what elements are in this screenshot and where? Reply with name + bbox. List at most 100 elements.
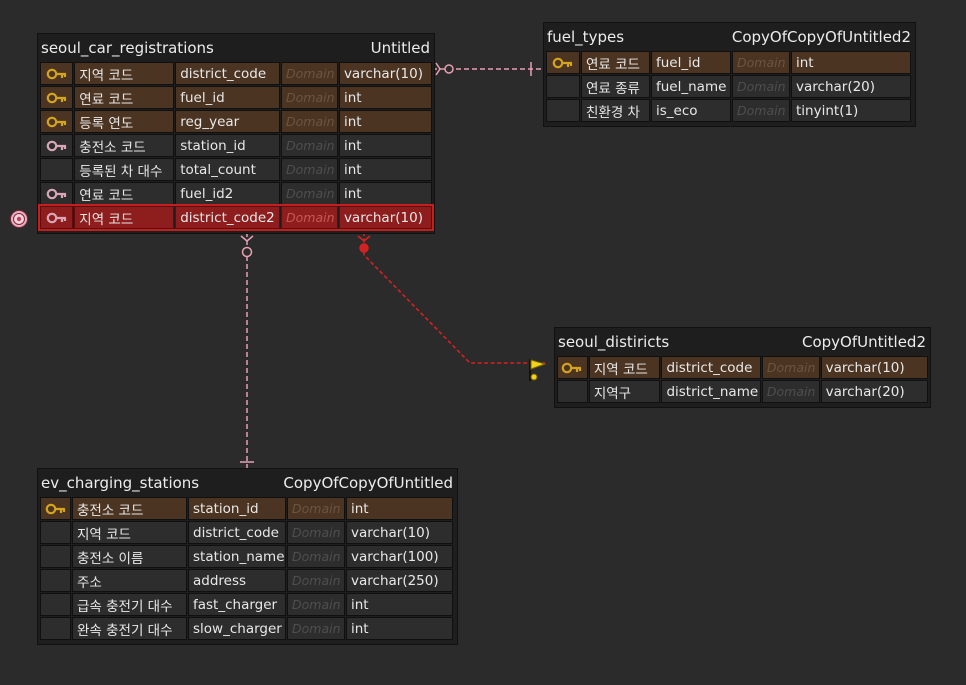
- column-domain[interactable]: Domain: [761, 380, 820, 403]
- column-label[interactable]: 충전소 코드: [74, 134, 175, 157]
- column-type[interactable]: int: [338, 158, 433, 181]
- column-type[interactable]: tinyint(1): [791, 99, 911, 122]
- column-type[interactable]: varchar(20): [820, 380, 929, 403]
- column-name[interactable]: fuel_name: [651, 75, 731, 98]
- column-domain[interactable]: Domain: [281, 158, 338, 181]
- column-row[interactable]: 지역 코드 district_code2 Domain varchar(10): [38, 204, 434, 231]
- relation-registrations-ev-stations[interactable]: [240, 232, 254, 470]
- column-type[interactable]: varchar(20): [791, 75, 911, 98]
- column-domain[interactable]: Domain: [732, 99, 790, 122]
- column-label[interactable]: 충전소 코드: [72, 497, 187, 520]
- column-name[interactable]: station_id: [175, 134, 281, 157]
- table-ev-charging-stations[interactable]: ev_charging_stations CopyOfCopyOfUntitle…: [37, 468, 458, 645]
- column-label[interactable]: 연료 코드: [74, 182, 175, 205]
- column-row[interactable]: 지역 코드 district_code Domain varchar(10): [40, 62, 433, 85]
- column-domain[interactable]: Domain: [732, 75, 790, 98]
- column-type[interactable]: int: [338, 134, 433, 157]
- column-type[interactable]: varchar(100): [346, 545, 453, 568]
- column-label[interactable]: 등록 연도: [74, 110, 175, 133]
- column-label[interactable]: 지역 코드: [588, 356, 661, 379]
- column-label[interactable]: 연료 종류: [581, 75, 650, 98]
- column-name[interactable]: fuel_id: [651, 51, 731, 74]
- column-row[interactable]: 주소 address Domain varchar(250): [40, 569, 455, 592]
- table-seoul-car-registrations[interactable]: seoul_car_registrations Untitled 지역 코드 di…: [37, 33, 435, 234]
- column-domain[interactable]: Domain: [281, 62, 338, 85]
- column-domain[interactable]: Domain: [281, 110, 338, 133]
- column-label[interactable]: 완속 충전기 대수: [72, 617, 187, 640]
- table-seoul-distiricts[interactable]: seoul_distiricts CopyOfUntitled2 지역 코드 di…: [554, 327, 931, 408]
- column-row[interactable]: 완속 충전기 대수 slow_charger Domain int: [40, 617, 455, 640]
- column-name[interactable]: fuel_id: [175, 86, 281, 109]
- column-row[interactable]: 연료 코드 fuel_id2 Domain int: [40, 182, 433, 205]
- column-name[interactable]: fast_charger: [188, 593, 286, 616]
- column-domain[interactable]: Domain: [287, 569, 345, 592]
- column-name[interactable]: district_code: [188, 521, 286, 544]
- column-domain[interactable]: Domain: [287, 497, 345, 520]
- column-type[interactable]: int: [338, 110, 433, 133]
- column-row[interactable]: 등록 연도 reg_year Domain int: [40, 110, 433, 133]
- column-domain[interactable]: Domain: [281, 182, 338, 205]
- column-row[interactable]: 지역 코드 district_code Domain varchar(10): [557, 356, 929, 379]
- column-label[interactable]: 지역 코드: [74, 62, 175, 85]
- table-header[interactable]: fuel_types CopyOfCopyOfUntitled2: [544, 23, 915, 51]
- column-name[interactable]: is_eco: [651, 99, 731, 122]
- column-type[interactable]: int: [791, 51, 911, 74]
- column-label[interactable]: 급속 충전기 대수: [72, 593, 187, 616]
- column-label[interactable]: 친환경 차: [581, 99, 650, 122]
- column-row[interactable]: 등록된 차 대수 total_count Domain int: [40, 158, 433, 181]
- column-label[interactable]: 등록된 차 대수: [74, 158, 175, 181]
- column-domain[interactable]: Domain: [281, 86, 338, 109]
- column-domain[interactable]: Domain: [287, 545, 345, 568]
- relation-registrations-fuel-types[interactable]: [432, 62, 543, 76]
- table-fuel-types[interactable]: fuel_types CopyOfCopyOfUntitled2 연료 코드 fu…: [543, 22, 916, 127]
- column-name[interactable]: reg_year: [175, 110, 281, 133]
- column-label[interactable]: 연료 코드: [581, 51, 650, 74]
- column-row[interactable]: 연료 코드 fuel_id Domain int: [40, 86, 433, 109]
- column-domain[interactable]: Domain: [287, 521, 345, 544]
- column-label[interactable]: 지역 코드: [72, 521, 187, 544]
- column-name[interactable]: station_id: [188, 497, 286, 520]
- column-name[interactable]: address: [188, 569, 286, 592]
- column-row[interactable]: 지역 코드 district_code Domain varchar(10): [40, 521, 455, 544]
- column-row[interactable]: 충전소 이름 station_name Domain varchar(100): [40, 545, 455, 568]
- column-name[interactable]: slow_charger: [188, 617, 286, 640]
- column-name[interactable]: station_name: [188, 545, 286, 568]
- column-type[interactable]: varchar(10): [338, 206, 433, 229]
- column-domain[interactable]: Domain: [281, 206, 338, 229]
- column-name[interactable]: total_count: [175, 158, 281, 181]
- column-domain[interactable]: Domain: [281, 134, 338, 157]
- column-label[interactable]: 충전소 이름: [72, 545, 187, 568]
- table-header[interactable]: seoul_distiricts CopyOfUntitled2: [555, 328, 930, 356]
- column-row[interactable]: 연료 종류 fuel_name Domain varchar(20): [546, 75, 913, 98]
- column-name[interactable]: district_code: [661, 356, 761, 379]
- column-type[interactable]: int: [338, 182, 433, 205]
- column-type[interactable]: int: [346, 497, 453, 520]
- column-row[interactable]: 지역구 district_name Domain varchar(20): [557, 380, 929, 403]
- column-label[interactable]: 연료 코드: [74, 86, 175, 109]
- column-name[interactable]: district_code2: [175, 206, 281, 229]
- column-name[interactable]: district_code: [175, 62, 281, 85]
- column-row[interactable]: 급속 충전기 대수 fast_charger Domain int: [40, 593, 455, 616]
- column-domain[interactable]: Domain: [761, 356, 820, 379]
- relation-registrations-districts[interactable]: [357, 232, 545, 364]
- column-type[interactable]: int: [338, 86, 433, 109]
- column-type[interactable]: varchar(10): [346, 521, 453, 544]
- column-type[interactable]: varchar(10): [338, 62, 433, 85]
- column-domain[interactable]: Domain: [732, 51, 790, 74]
- column-domain[interactable]: Domain: [287, 617, 345, 640]
- column-row[interactable]: 친환경 차 is_eco Domain tinyint(1): [546, 99, 913, 122]
- column-label[interactable]: 지역구: [588, 380, 661, 403]
- column-name[interactable]: fuel_id2: [175, 182, 281, 205]
- column-domain[interactable]: Domain: [287, 593, 345, 616]
- table-header[interactable]: seoul_car_registrations Untitled: [38, 34, 434, 62]
- column-row[interactable]: 충전소 코드 station_id Domain int: [40, 134, 433, 157]
- column-label[interactable]: 지역 코드: [74, 206, 175, 229]
- column-type[interactable]: varchar(250): [346, 569, 453, 592]
- column-row[interactable]: 연료 코드 fuel_id Domain int: [546, 51, 913, 74]
- column-label[interactable]: 주소: [72, 569, 187, 592]
- column-type[interactable]: int: [346, 593, 453, 616]
- table-header[interactable]: ev_charging_stations CopyOfCopyOfUntitle…: [38, 469, 457, 497]
- column-row[interactable]: 충전소 코드 station_id Domain int: [40, 497, 455, 520]
- column-type[interactable]: varchar(10): [820, 356, 929, 379]
- column-name[interactable]: district_name: [661, 380, 761, 403]
